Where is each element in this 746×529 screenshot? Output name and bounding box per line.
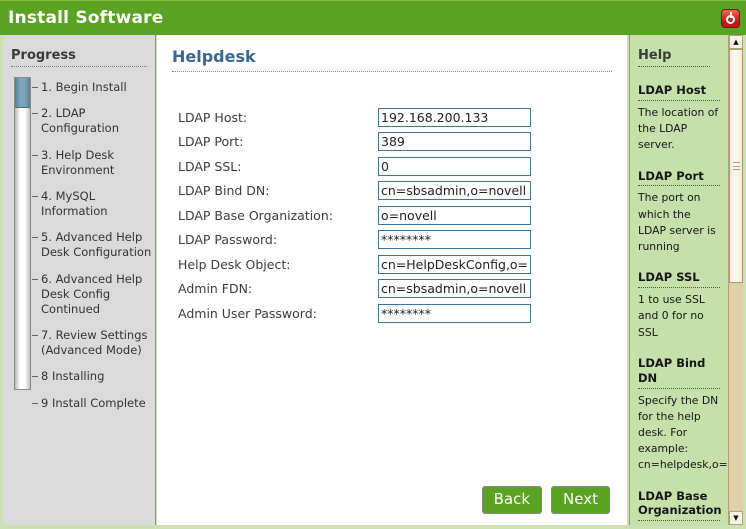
progress-step-3: 3. Help Desk Environment bbox=[32, 148, 153, 178]
ldap-host-input[interactable] bbox=[378, 107, 531, 127]
help-section-title: LDAP SSL bbox=[638, 270, 720, 289]
help-desk-object-input[interactable] bbox=[378, 254, 531, 274]
form-row: LDAP Base Organization: bbox=[172, 203, 612, 228]
admin-fdn-label: Admin FDN: bbox=[178, 281, 253, 297]
help-panel: Help LDAP Host The location of the LDAP … bbox=[629, 35, 743, 525]
progress-steps-list: 1. Begin Install 2. LDAP Configuration 3… bbox=[32, 80, 153, 422]
ldap-password-input[interactable] bbox=[378, 230, 531, 250]
form-row: Admin User Password: bbox=[172, 301, 612, 326]
form-row: LDAP Password: bbox=[172, 228, 612, 253]
ldap-base-org-input[interactable] bbox=[378, 205, 531, 225]
help-heading: Help bbox=[638, 48, 710, 67]
help-section-title: LDAP Host bbox=[638, 83, 720, 101]
help-section-ldap-port: LDAP Port The port on which the LDAP ser… bbox=[638, 169, 720, 256]
progress-step-5: 5. Advanced Help Desk Configuration bbox=[32, 230, 152, 260]
ldap-bind-dn-input[interactable] bbox=[378, 181, 531, 201]
power-glyph-stem bbox=[730, 12, 732, 18]
title-bar: Install Software bbox=[0, 0, 746, 35]
next-button[interactable]: Next bbox=[551, 486, 610, 514]
form-row: LDAP Host: bbox=[172, 105, 612, 130]
help-section-ldap-ssl: LDAP SSL 1 to use SSL and 0 for no SSL bbox=[638, 270, 720, 341]
window-title: Install Software bbox=[8, 8, 164, 28]
page-title: Helpdesk bbox=[172, 47, 612, 72]
admin-user-password-input[interactable] bbox=[378, 303, 531, 323]
power-icon[interactable] bbox=[721, 9, 740, 28]
form-row: Help Desk Object: bbox=[172, 252, 612, 277]
ldap-port-input[interactable] bbox=[378, 132, 531, 152]
progress-step-1: 1. Begin Install bbox=[32, 80, 153, 95]
main-content: Helpdesk LDAP Host: LDAP Port: LDAP SSL:… bbox=[157, 35, 627, 525]
help-section-title: LDAP Bind DN bbox=[638, 356, 720, 389]
form-row: LDAP Bind DN: bbox=[172, 179, 612, 204]
scrollbar-grip bbox=[733, 162, 740, 170]
form-row: LDAP Port: bbox=[172, 130, 612, 155]
help-section-body: 1 to use SSL and 0 for no SSL bbox=[638, 293, 705, 339]
ldap-port-label: LDAP Port: bbox=[178, 134, 244, 150]
help-section-body: Specify the DN for the help desk. For ex… bbox=[638, 393, 728, 472]
help-scrollbar[interactable]: ▲ ▼ bbox=[728, 35, 743, 525]
help-section-body: The port on which the LDAP server is run… bbox=[638, 191, 716, 253]
progress-step-6: 6. Advanced Help Desk Config Continued bbox=[32, 272, 153, 318]
help-section-title: LDAP Base Organization bbox=[638, 489, 722, 522]
helpdesk-form: LDAP Host: LDAP Port: LDAP SSL: LDAP Bin… bbox=[172, 105, 612, 326]
help-section-body: The location of the LDAP server. bbox=[638, 105, 719, 152]
progress-step-7: 7. Review Settings (Advanced Mode) bbox=[32, 328, 153, 358]
scrollbar-thumb[interactable] bbox=[729, 49, 743, 283]
progress-step-4: 4. MySQL Information bbox=[32, 189, 153, 219]
help-section-ldap-bind-dn: LDAP Bind DN Specify the DN for the help… bbox=[638, 356, 728, 474]
progress-heading: Progress bbox=[11, 48, 147, 67]
progress-step-8: 8 Installing bbox=[32, 369, 153, 384]
progress-step-9: 9 Install Complete bbox=[32, 396, 153, 411]
scroll-up-icon[interactable]: ▲ bbox=[729, 35, 743, 49]
progress-step-2: 2. LDAP Configuration bbox=[32, 106, 153, 136]
ldap-ssl-label: LDAP SSL: bbox=[178, 158, 242, 174]
ldap-host-label: LDAP Host: bbox=[178, 109, 248, 125]
form-row: LDAP SSL: bbox=[172, 154, 612, 179]
progress-bar bbox=[14, 77, 31, 390]
help-content: Help LDAP Host The location of the LDAP … bbox=[629, 35, 728, 525]
help-section-ldap-base-org: LDAP Base Organization The organization … bbox=[638, 489, 722, 526]
ldap-bind-dn-label: LDAP Bind DN: bbox=[178, 183, 270, 199]
back-button[interactable]: Back bbox=[481, 486, 543, 514]
admin-fdn-input[interactable] bbox=[378, 279, 531, 299]
help-desk-object-label: Help Desk Object: bbox=[178, 256, 291, 272]
progress-sidebar: Progress 1. Begin Install 2. LDAP Config… bbox=[3, 35, 156, 525]
form-row: Admin FDN: bbox=[172, 277, 612, 302]
progress-bar-fill bbox=[15, 78, 30, 108]
ldap-ssl-input[interactable] bbox=[378, 156, 531, 176]
ldap-base-org-label: LDAP Base Organization: bbox=[178, 207, 333, 223]
scroll-down-icon[interactable]: ▼ bbox=[729, 511, 743, 525]
help-section-ldap-host: LDAP Host The location of the LDAP serve… bbox=[638, 83, 720, 154]
help-section-title: LDAP Port bbox=[638, 169, 720, 187]
admin-user-password-label: Admin User Password: bbox=[178, 305, 317, 321]
ldap-password-label: LDAP Password: bbox=[178, 232, 278, 248]
